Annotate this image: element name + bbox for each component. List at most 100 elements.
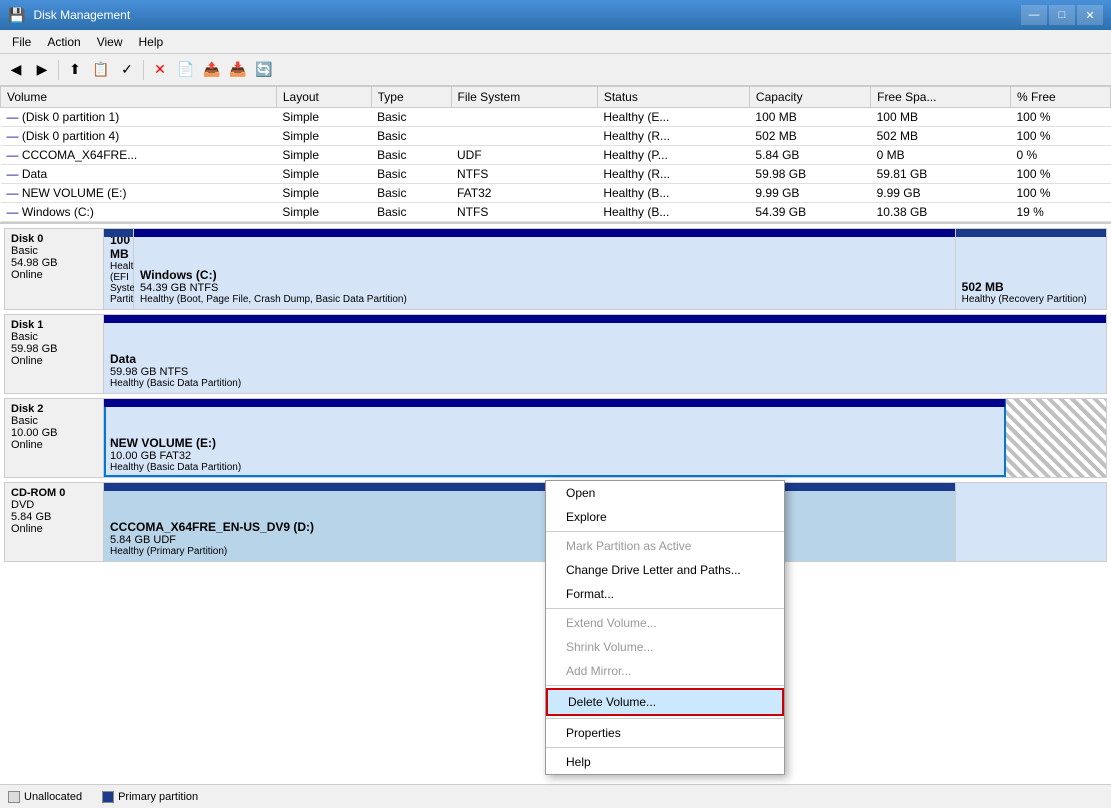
- legend-primary-box: [102, 791, 114, 803]
- disk-name: Disk 0: [11, 233, 97, 245]
- toolbar: ◀ ▶ ⬆ 📋 ✓ ✕ 📄 📤 📥 🔄: [0, 54, 1111, 86]
- disk-partitions-2: NEW VOLUME (E:)10.00 GB FAT32Healthy (Ba…: [104, 398, 1107, 478]
- disk-size: 59.98 GB: [11, 343, 97, 355]
- disk-size: 5.84 GB: [11, 511, 97, 523]
- disk-partitions-1: Data59.98 GB NTFSHealthy (Basic Data Par…: [104, 314, 1107, 394]
- ctx-explore[interactable]: Explore: [546, 505, 784, 529]
- partition-name: Windows (C:): [140, 268, 949, 282]
- partition-0-0[interactable]: 100 MBHealthy (EFI System Partition): [104, 229, 134, 309]
- partition-status: Healthy (Boot, Page File, Crash Dump, Ba…: [140, 294, 949, 305]
- close-button[interactable]: ✕: [1077, 5, 1103, 25]
- disk-name: Disk 1: [11, 319, 97, 331]
- table-row[interactable]: — CCCOMA_X64FRE...SimpleBasicUDFHealthy …: [1, 146, 1111, 165]
- partition-0-2[interactable]: 502 MBHealthy (Recovery Partition): [956, 229, 1106, 309]
- col-status[interactable]: Status: [597, 87, 749, 108]
- disk-status: Online: [11, 439, 97, 451]
- disk-row-1: Disk 1 Basic 59.98 GB Online Data59.98 G…: [4, 314, 1107, 394]
- partition-name: 502 MB: [962, 280, 1100, 294]
- disk-label-3: CD-ROM 0 DVD 5.84 GB Online: [4, 482, 104, 562]
- maximize-button[interactable]: □: [1049, 5, 1075, 25]
- disk-size: 10.00 GB: [11, 427, 97, 439]
- disk-type: Basic: [11, 245, 97, 257]
- volume-table: Volume Layout Type File System Status Ca…: [0, 86, 1111, 222]
- toolbar-import[interactable]: 📥: [226, 58, 250, 82]
- toolbar-export[interactable]: 📤: [200, 58, 224, 82]
- context-menu-separator: [546, 531, 784, 532]
- table-row[interactable]: — DataSimpleBasicNTFSHealthy (R...59.98 …: [1, 165, 1111, 184]
- partition-2-1[interactable]: [1006, 399, 1106, 477]
- col-capacity[interactable]: Capacity: [749, 87, 870, 108]
- partition-size: 59.98 GB NTFS: [110, 366, 1100, 378]
- app-icon: 💾: [8, 7, 25, 24]
- window-title: Disk Management: [33, 8, 1013, 22]
- ctx-extend: Extend Volume...: [546, 611, 784, 635]
- table-row[interactable]: — (Disk 0 partition 4)SimpleBasicHealthy…: [1, 127, 1111, 146]
- partition-3-1[interactable]: [956, 483, 1106, 561]
- ctx-properties[interactable]: Properties: [546, 721, 784, 745]
- menu-bar: File Action View Help: [0, 30, 1111, 54]
- partition-size: 5.84 GB UDF: [110, 534, 949, 546]
- partition-header-stripe: [956, 229, 1106, 237]
- ctx-open[interactable]: Open: [546, 481, 784, 505]
- menu-action[interactable]: Action: [39, 33, 88, 51]
- partition-0-1[interactable]: Windows (C:)54.39 GB NTFSHealthy (Boot, …: [134, 229, 956, 309]
- partition-1-0[interactable]: Data59.98 GB NTFSHealthy (Basic Data Par…: [104, 315, 1106, 393]
- partition-status: Healthy (Basic Data Partition): [110, 378, 1100, 389]
- col-layout[interactable]: Layout: [276, 87, 371, 108]
- partition-name: Data: [110, 352, 1100, 366]
- ctx-help[interactable]: Help: [546, 750, 784, 774]
- menu-file[interactable]: File: [4, 33, 39, 51]
- disk-label-1: Disk 1 Basic 59.98 GB Online: [4, 314, 104, 394]
- status-bar: Unallocated Primary partition: [0, 784, 1111, 808]
- partition-status: Healthy (EFI System Partition): [110, 261, 127, 305]
- ctx-delete[interactable]: Delete Volume...: [546, 688, 784, 716]
- context-menu-separator: [546, 718, 784, 719]
- table-row[interactable]: — NEW VOLUME (E:)SimpleBasicFAT32Healthy…: [1, 184, 1111, 203]
- partition-header-stripe: [1006, 399, 1106, 407]
- ctx-change-letter[interactable]: Change Drive Letter and Paths...: [546, 558, 784, 582]
- partition-status: Healthy (Basic Data Partition): [110, 462, 999, 473]
- toolbar-refresh[interactable]: 🔄: [252, 58, 276, 82]
- menu-view[interactable]: View: [89, 33, 131, 51]
- disk-status: Online: [11, 523, 97, 535]
- disk-name: CD-ROM 0: [11, 487, 97, 499]
- table-row[interactable]: — Windows (C:)SimpleBasicNTFSHealthy (B.…: [1, 203, 1111, 222]
- context-menu-separator: [546, 608, 784, 609]
- toolbar-up[interactable]: ⬆: [63, 58, 87, 82]
- toolbar-props[interactable]: ✓: [115, 58, 139, 82]
- col-freespace[interactable]: Free Spa...: [871, 87, 1011, 108]
- col-freepct[interactable]: % Free: [1011, 87, 1111, 108]
- partition-status: Healthy (Primary Partition): [110, 546, 949, 557]
- disk-row-0: Disk 0 Basic 54.98 GB Online 100 MBHealt…: [4, 228, 1107, 310]
- legend-unallocated-label: Unallocated: [24, 791, 82, 803]
- toolbar-back[interactable]: ◀: [4, 58, 28, 82]
- table-row[interactable]: — (Disk 0 partition 1)SimpleBasicHealthy…: [1, 108, 1111, 127]
- partition-name: CCCOMA_X64FRE_EN-US_DV9 (D:): [110, 520, 949, 534]
- partition-status: Healthy (Recovery Partition): [962, 294, 1100, 305]
- col-filesystem[interactable]: File System: [451, 87, 597, 108]
- partition-header-stripe: [956, 483, 1106, 491]
- ctx-add-mirror: Add Mirror...: [546, 659, 784, 683]
- disk-type: DVD: [11, 499, 97, 511]
- context-menu-separator: [546, 685, 784, 686]
- partition-header-stripe: [104, 315, 1106, 323]
- disk-size: 54.98 GB: [11, 257, 97, 269]
- toolbar-show-hide[interactable]: 📋: [89, 58, 113, 82]
- col-type[interactable]: Type: [371, 87, 451, 108]
- toolbar-new[interactable]: 📄: [174, 58, 198, 82]
- partition-name: NEW VOLUME (E:): [110, 436, 999, 450]
- partition-header-stripe: [134, 229, 955, 237]
- partition-2-0[interactable]: NEW VOLUME (E:)10.00 GB FAT32Healthy (Ba…: [104, 399, 1006, 477]
- partition-3-0[interactable]: CCCOMA_X64FRE_EN-US_DV9 (D:)5.84 GB UDFH…: [104, 483, 956, 561]
- toolbar-forward[interactable]: ▶: [30, 58, 54, 82]
- minimize-button[interactable]: —: [1021, 5, 1047, 25]
- disk-label-2: Disk 2 Basic 10.00 GB Online: [4, 398, 104, 478]
- toolbar-delete[interactable]: ✕: [148, 58, 172, 82]
- title-bar: 💾 Disk Management — □ ✕: [0, 0, 1111, 30]
- disk-type: Basic: [11, 331, 97, 343]
- menu-help[interactable]: Help: [131, 33, 172, 51]
- partition-header-stripe: [104, 399, 1005, 407]
- partition-size: 10.00 GB FAT32: [110, 450, 999, 462]
- col-volume[interactable]: Volume: [1, 87, 277, 108]
- ctx-format[interactable]: Format...: [546, 582, 784, 606]
